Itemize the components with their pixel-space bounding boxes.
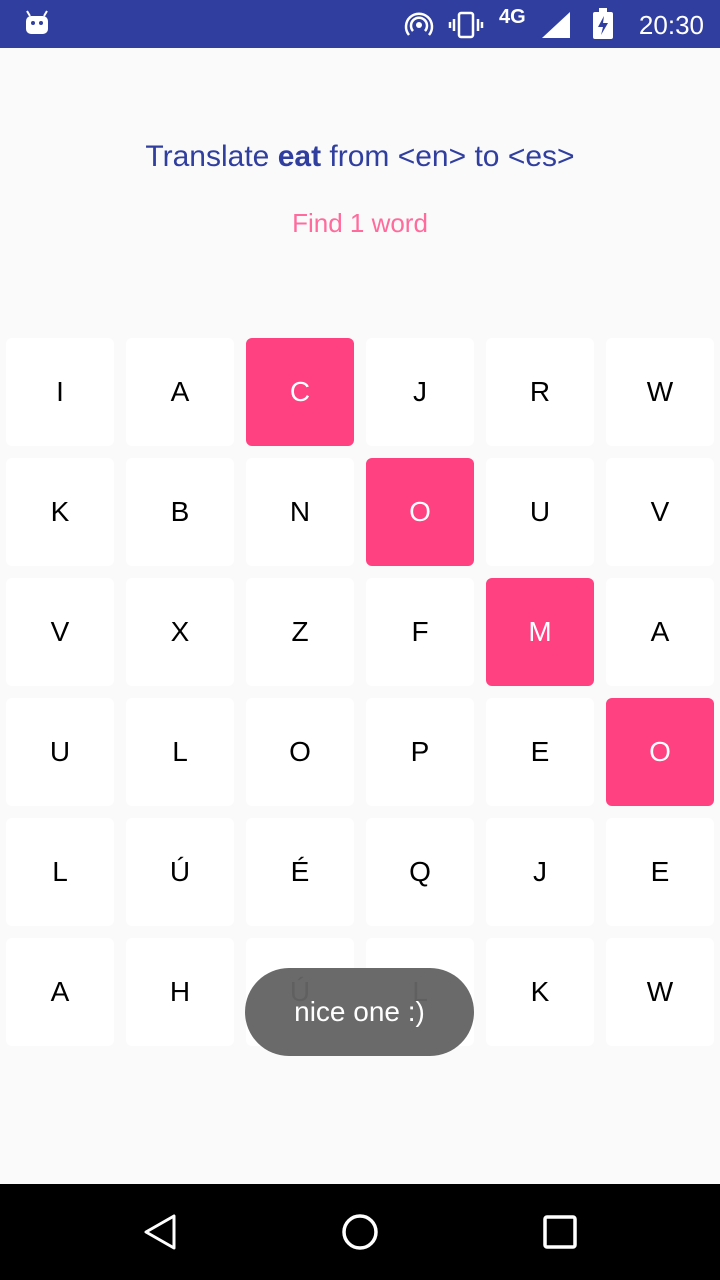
- letter-tile[interactable]: M: [486, 578, 594, 686]
- battery-charging-icon: [593, 8, 613, 39]
- letter-tile[interactable]: L: [126, 698, 234, 806]
- letter-tile[interactable]: E: [486, 698, 594, 806]
- letter-tile[interactable]: B: [126, 458, 234, 566]
- letter-tile[interactable]: P: [366, 698, 474, 806]
- letter-tile[interactable]: X: [126, 578, 234, 686]
- letter-tile[interactable]: A: [6, 938, 114, 1046]
- letter-tile[interactable]: U: [486, 458, 594, 566]
- letter-tile[interactable]: K: [486, 938, 594, 1046]
- letter-tile[interactable]: H: [126, 938, 234, 1046]
- home-icon[interactable]: [340, 1212, 380, 1252]
- hotspot-icon: [404, 12, 434, 36]
- letter-tile[interactable]: A: [606, 578, 714, 686]
- prompt-prefix: Translate: [145, 140, 278, 173]
- android-icon: [26, 10, 48, 34]
- letter-tile[interactable]: W: [606, 338, 714, 446]
- translate-prompt: Translate eat from <en> to <es>: [0, 140, 720, 174]
- network-type-label: 4G: [499, 6, 526, 28]
- find-words-hint: Find 1 word: [292, 208, 428, 238]
- letter-tile[interactable]: F: [366, 578, 474, 686]
- letter-tile[interactable]: J: [366, 338, 474, 446]
- letter-tile[interactable]: A: [126, 338, 234, 446]
- letter-tile[interactable]: Q: [366, 818, 474, 926]
- letter-tile[interactable]: W: [606, 938, 714, 1046]
- letter-tile[interactable]: É: [246, 818, 354, 926]
- letter-tile[interactable]: K: [6, 458, 114, 566]
- letter-tile[interactable]: Z: [246, 578, 354, 686]
- letter-tile[interactable]: O: [246, 698, 354, 806]
- letter-tile[interactable]: O: [606, 698, 714, 806]
- letter-tile[interactable]: V: [6, 578, 114, 686]
- letter-tile[interactable]: E: [606, 818, 714, 926]
- letter-tile[interactable]: C: [246, 338, 354, 446]
- letter-tile[interactable]: U: [6, 698, 114, 806]
- letter-tile[interactable]: Ú: [126, 818, 234, 926]
- toast-message: nice one :): [245, 968, 474, 1056]
- letter-tile[interactable]: J: [486, 818, 594, 926]
- status-clock: 20:30: [638, 10, 704, 40]
- back-icon[interactable]: [140, 1212, 180, 1252]
- letter-tile[interactable]: L: [6, 818, 114, 926]
- letter-tile[interactable]: N: [246, 458, 354, 566]
- prompt-suffix: from <en> to <es>: [321, 140, 575, 173]
- recents-icon[interactable]: [540, 1212, 580, 1252]
- navigation-bar: [0, 1184, 720, 1280]
- status-bar: 4G 20:30: [0, 0, 720, 48]
- letter-tile[interactable]: I: [6, 338, 114, 446]
- letter-tile[interactable]: O: [366, 458, 474, 566]
- letter-tile[interactable]: V: [606, 458, 714, 566]
- signal-icon: [542, 12, 570, 38]
- prompt-word: eat: [277, 140, 322, 173]
- letter-tile[interactable]: R: [486, 338, 594, 446]
- vibrate-icon: [448, 11, 484, 39]
